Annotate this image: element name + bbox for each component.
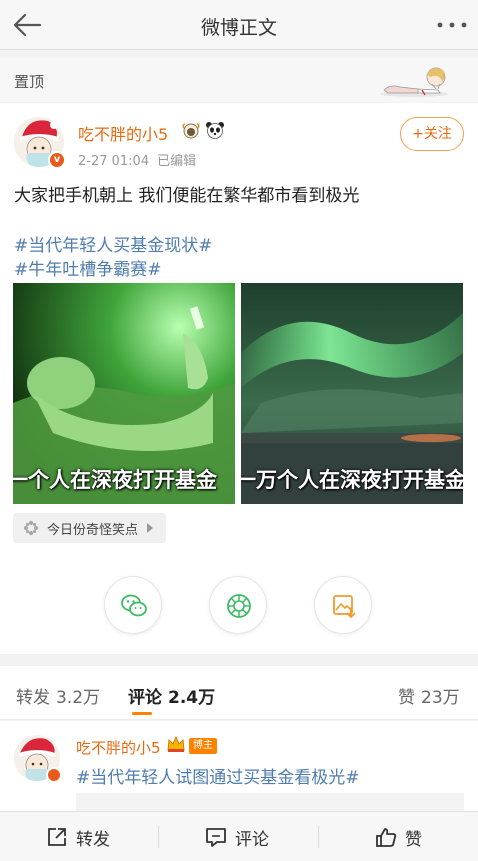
comment-text[interactable]: #当代年轻人试图通过买基金看极光# [76, 763, 360, 788]
share-wechat-button[interactable] [104, 576, 162, 634]
comment-author-name[interactable]: 吃不胖的小5 [76, 737, 161, 758]
tab-comment[interactable]: 评论 2.4万 [128, 683, 215, 708]
tab-repost-label: 转发 [16, 688, 50, 708]
repost-count: 3.2万 [56, 688, 101, 708]
tab-like[interactable]: 赞 23万 [398, 683, 460, 708]
like-button[interactable]: 赞 [375, 812, 422, 861]
divider [158, 826, 159, 848]
flower-icon [23, 520, 39, 536]
topic-link[interactable]: #当代年轻人买基金现状# [14, 231, 213, 256]
lying-girl-illustration [380, 67, 448, 97]
repost-label: 转发 [76, 829, 110, 850]
user-badges [181, 120, 225, 140]
comment-reply-preview[interactable] [76, 793, 464, 811]
thumbs-up-icon [376, 828, 397, 847]
active-tab-indicator [132, 712, 152, 715]
share-moments-button[interactable] [209, 576, 267, 634]
post-image[interactable]: 一个人在深夜打开基金 [13, 283, 235, 504]
repost-button[interactable]: 转发 [46, 812, 110, 861]
wechat-icon [121, 594, 147, 617]
comment-button[interactable]: 评论 [205, 812, 269, 861]
more-options-icon[interactable] [436, 16, 468, 34]
verified-badge-icon: v [48, 151, 66, 169]
bottom-action-bar: 转发 评论 赞 [0, 811, 478, 861]
topic-tag-label: 今日份奇怪笑点 [47, 522, 139, 538]
moments-icon [227, 594, 251, 618]
post-card: v 吃不胖的小5 2-27 01:04 已编辑 +关注 大家把手机朝上 我们便能在… [0, 103, 478, 654]
tab-like-label: 赞 [398, 688, 415, 708]
post-stats-tabs: 转发 3.2万 评论 2.4万 赞 23万 [0, 666, 478, 720]
post-image[interactable]: 一万个人在深夜打开基金 [241, 283, 463, 504]
like-label: 赞 [405, 829, 422, 850]
comment-avatar[interactable] [14, 735, 62, 783]
avatar[interactable]: v [14, 117, 66, 169]
sheep-icon [181, 120, 201, 140]
follow-button[interactable]: +关注 [400, 117, 464, 151]
save-image-icon [333, 595, 356, 619]
top-navbar: 微博正文 [0, 0, 478, 50]
tab-comment-label: 评论 [128, 688, 162, 708]
divider [318, 826, 319, 848]
image-caption: 一个人在深夜打开基金 [13, 468, 217, 492]
page-title: 微博正文 [200, 17, 277, 39]
repost-icon [48, 828, 66, 846]
tab-repost[interactable]: 转发 3.2万 [16, 683, 100, 708]
pinned-label: 置顶 [14, 73, 45, 91]
comment-count: 2.4万 [168, 688, 216, 708]
crown-icon [167, 735, 185, 752]
panda-icon [205, 120, 225, 140]
image-caption: 一万个人在深夜打开基金 [241, 468, 463, 492]
comment-label: 评论 [235, 829, 269, 850]
like-count: 23万 [421, 688, 460, 708]
post-author-name[interactable]: 吃不胖的小5 [78, 121, 168, 145]
comment-icon [206, 828, 226, 847]
edited-label[interactable]: 已编辑 [157, 154, 196, 169]
author-badge: 博主 [189, 738, 217, 754]
post-text: 大家把手机朝上 我们便能在繁华都市看到极光 [14, 186, 360, 206]
comment-item[interactable]: 吃不胖的小5 博主 #当代年轻人试图通过买基金看极光# [0, 721, 478, 811]
post-meta: 2-27 01:04 已编辑 [78, 150, 196, 169]
triangle-right-icon [147, 523, 154, 533]
save-image-button[interactable] [314, 576, 372, 634]
post-time: 2-27 01:04 [78, 154, 150, 169]
pinned-bar: 置顶 [0, 58, 478, 102]
topic-link[interactable]: #牛年吐槽争霸赛# [14, 255, 162, 280]
verified-badge-icon [46, 767, 62, 783]
topic-tag[interactable]: 今日份奇怪笑点 [13, 513, 167, 543]
